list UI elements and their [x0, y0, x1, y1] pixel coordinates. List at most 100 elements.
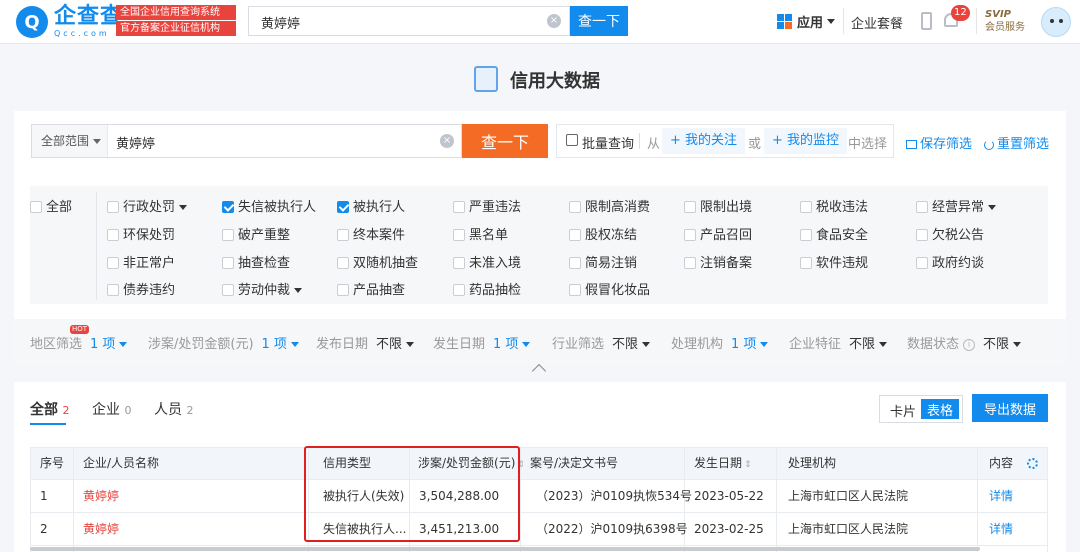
category-item[interactable]: 欠税公告 — [916, 224, 984, 243]
checkbox[interactable] — [453, 200, 465, 213]
filter-dropdown[interactable]: 发布日期 不限 — [316, 333, 415, 352]
top-search-input[interactable]: 黄婷婷 — [261, 13, 300, 32]
tab-company[interactable]: 企业 0 — [92, 399, 131, 419]
category-item[interactable]: 失信被执行人 — [222, 196, 316, 215]
filter-dropdown[interactable]: 行业筛选 不限 — [552, 333, 651, 352]
category-item[interactable]: 食品安全 — [800, 224, 868, 243]
filter-dropdown[interactable]: 数据状态 i 不限 — [907, 333, 1022, 352]
filter-dropdown[interactable]: 处理机构 1 项 — [671, 333, 769, 352]
checkbox[interactable] — [107, 200, 119, 213]
batch-query-link[interactable]: 批量查询 — [582, 133, 634, 152]
filter-dropdown[interactable]: 企业特征 不限 — [789, 333, 888, 352]
checkbox[interactable] — [569, 256, 581, 269]
checkbox[interactable] — [684, 256, 696, 269]
category-item[interactable]: 非正常户 — [107, 252, 175, 271]
logo[interactable]: 企查查 Qcc.com — [54, 5, 123, 39]
top-search-button[interactable]: 查一下 — [570, 6, 628, 36]
reset-filter-link[interactable]: 重置筛选 — [984, 133, 1049, 152]
scope-select[interactable]: 全部范围 — [32, 125, 108, 157]
category-item[interactable]: 政府约谈 — [916, 252, 984, 271]
category-item[interactable]: 简易注销 — [569, 252, 637, 271]
row-name-link[interactable]: 黄婷婷 — [83, 479, 119, 513]
checkbox[interactable] — [800, 200, 812, 213]
checkbox[interactable] — [800, 228, 812, 241]
checkbox[interactable] — [453, 228, 465, 241]
top-search-box[interactable]: 黄婷婷 × — [248, 6, 570, 36]
avatar[interactable] — [1041, 7, 1071, 37]
row-detail-link[interactable]: 详情 — [989, 479, 1013, 513]
logo-icon[interactable]: Q — [16, 6, 48, 38]
checkbox[interactable] — [337, 283, 349, 296]
caret-down-icon[interactable] — [294, 288, 303, 293]
apps-menu[interactable]: 应用 — [777, 12, 836, 31]
info-icon[interactable]: i — [963, 338, 976, 351]
checkbox[interactable] — [222, 283, 234, 296]
category-item[interactable]: 行政处罚 — [107, 196, 188, 215]
horizontal-scrollbar[interactable] — [30, 547, 980, 551]
checkbox[interactable] — [337, 256, 349, 269]
category-item[interactable]: 未准入境 — [453, 252, 521, 271]
settings-gear-icon[interactable] — [1027, 458, 1038, 469]
checkbox[interactable] — [800, 256, 812, 269]
search-button[interactable]: 查一下 — [462, 124, 548, 158]
view-card-button[interactable]: 卡片 — [890, 401, 916, 420]
checkbox[interactable] — [684, 200, 696, 213]
category-item[interactable]: 药品抽检 — [453, 279, 521, 298]
checkbox[interactable] — [453, 256, 465, 269]
checkbox[interactable] — [916, 256, 928, 269]
category-item[interactable]: 注销备案 — [684, 252, 752, 271]
category-item[interactable]: 双随机抽查 — [337, 252, 418, 271]
category-item[interactable]: 环保处罚 — [107, 224, 175, 243]
category-item[interactable]: 限制高消费 — [569, 196, 650, 215]
category-item[interactable]: 严重违法 — [453, 196, 521, 215]
checkbox[interactable] — [916, 200, 928, 213]
caret-down-icon[interactable] — [988, 205, 997, 210]
filter-dropdown[interactable]: 发生日期 1 项 — [433, 333, 531, 352]
category-item[interactable]: 产品抽查 — [337, 279, 405, 298]
checkbox[interactable] — [337, 200, 349, 213]
checkbox[interactable] — [684, 228, 696, 241]
caret-down-icon[interactable] — [179, 205, 188, 210]
category-item[interactable]: 产品召回 — [684, 224, 752, 243]
checkbox[interactable] — [222, 228, 234, 241]
save-filter-link[interactable]: 保存筛选 — [906, 133, 972, 152]
checkbox[interactable] — [453, 283, 465, 296]
checkbox[interactable] — [569, 283, 581, 296]
svip-link[interactable]: SVIP 会员服务 — [985, 9, 1025, 34]
category-item[interactable]: 抽查检查 — [222, 252, 290, 271]
row-detail-link[interactable]: 详情 — [989, 512, 1013, 546]
category-item[interactable]: 假冒化妆品 — [569, 279, 650, 298]
category-item[interactable]: 终本案件 — [337, 224, 405, 243]
category-item[interactable]: 经营异常 — [916, 196, 997, 215]
category-item[interactable]: 股权冻结 — [569, 224, 637, 243]
checkbox[interactable] — [916, 228, 928, 241]
checkbox[interactable] — [30, 200, 42, 213]
checkbox[interactable] — [569, 228, 581, 241]
chevron-up-icon[interactable] — [531, 363, 547, 379]
column-header-date[interactable]: 发生日期 ⇕ — [694, 447, 752, 479]
checkbox[interactable] — [107, 283, 119, 296]
row-name-link[interactable]: 黄婷婷 — [83, 512, 119, 546]
export-button[interactable]: 导出数据 — [972, 394, 1048, 422]
my-follow-button[interactable]: + 我的关注 — [662, 128, 746, 154]
sort-icon[interactable]: ⇕ — [744, 460, 752, 470]
category-all[interactable]: 全部 — [30, 196, 72, 215]
filter-dropdown[interactable]: 涉案/处罚金额(元) 1 项 — [148, 333, 299, 352]
checkbox[interactable] — [337, 228, 349, 241]
category-item[interactable]: 软件违规 — [800, 252, 868, 271]
view-table-button[interactable]: 表格 — [921, 399, 959, 419]
clear-icon[interactable]: × — [440, 134, 454, 148]
category-item[interactable]: 被执行人 — [337, 196, 405, 215]
category-item[interactable]: 税收违法 — [800, 196, 868, 215]
filter-dropdown[interactable]: 地区筛选 HOT 1 项 — [30, 325, 128, 352]
tab-person[interactable]: 人员 2 — [154, 399, 193, 419]
category-item[interactable]: 债券违约 — [107, 279, 175, 298]
checkbox[interactable] — [107, 228, 119, 241]
tab-all[interactable]: 全部 2 — [30, 399, 69, 419]
checkbox[interactable] — [222, 200, 234, 213]
checkbox[interactable] — [569, 200, 581, 213]
clear-icon[interactable]: × — [547, 14, 561, 28]
my-monitor-button[interactable]: + 我的监控 — [764, 128, 848, 154]
category-item[interactable]: 破产重整 — [222, 224, 290, 243]
search-input[interactable]: 黄婷婷 — [116, 133, 155, 152]
